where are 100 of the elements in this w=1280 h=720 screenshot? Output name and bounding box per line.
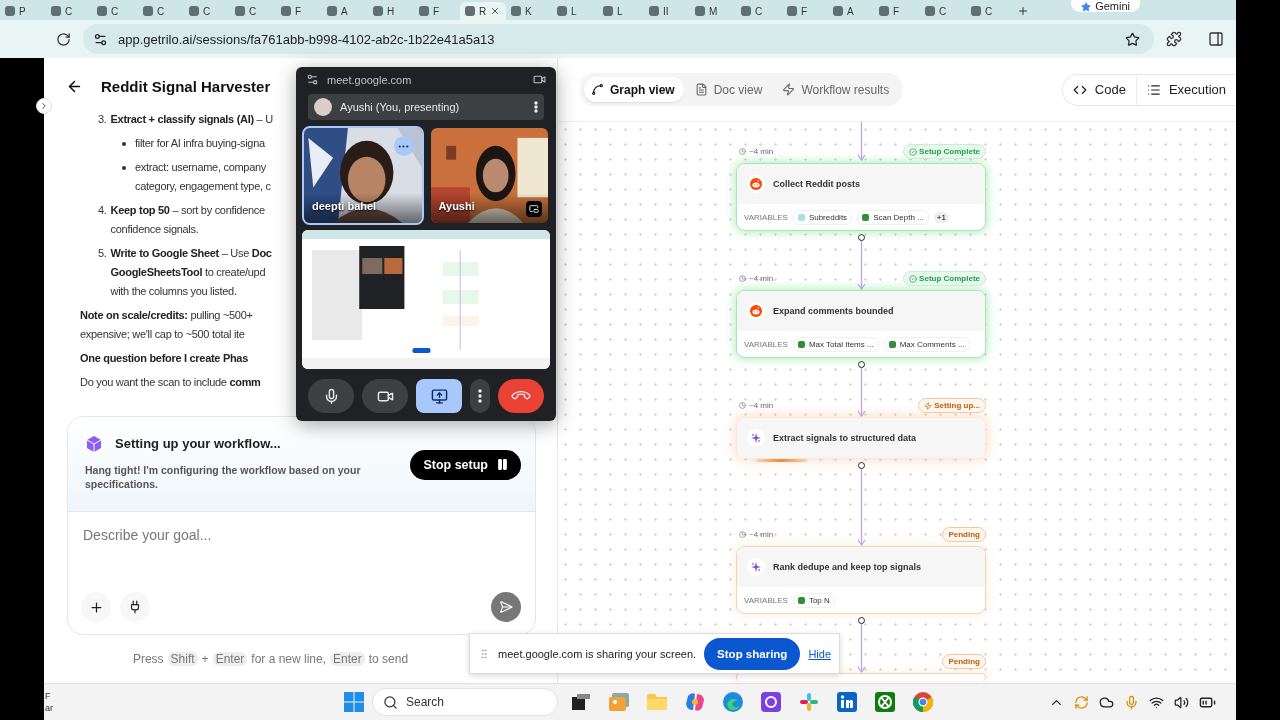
bullet-icon — [122, 141, 126, 146]
browser-tab[interactable]: C — [230, 2, 276, 20]
folder-icon — [647, 694, 667, 710]
leave-call-button[interactable] — [498, 379, 544, 413]
number-icon — [862, 213, 870, 221]
browser-tab[interactable]: C — [46, 2, 92, 20]
browser-tab[interactable]: C — [138, 2, 184, 20]
browser-tab[interactable]: F — [874, 2, 920, 20]
variable-name: Scan Depth ... — [873, 212, 924, 222]
drag-handle-icon[interactable] — [478, 647, 490, 660]
workflow-node[interactable]: Rank dedupe and keep top signals VARIABLES Top N — [736, 546, 986, 614]
browser-tab[interactable]: M — [690, 2, 736, 20]
goal-input-field[interactable]: Describe your goal... — [81, 525, 521, 544]
more-icon — [534, 101, 538, 113]
workflow-node[interactable]: Extract signals to structured data — [736, 417, 986, 459]
view-tab[interactable]: Doc view — [687, 77, 772, 102]
speaker-icon[interactable] — [1174, 694, 1189, 710]
wifi-icon[interactable] — [1149, 694, 1164, 710]
browser-tab[interactable]: II — [644, 2, 690, 20]
browser-tab[interactable]: A — [828, 2, 874, 20]
list-number: 4. — [98, 202, 107, 218]
browser-tab[interactable]: F — [414, 2, 460, 20]
favicon-icon — [925, 6, 935, 16]
sparkle-icon — [750, 432, 762, 444]
search-icon — [383, 694, 398, 710]
microphone-button[interactable] — [308, 379, 354, 413]
browser-tab[interactable]: C — [966, 2, 1012, 20]
clock-icon — [739, 148, 746, 155]
status-badge: Setup Complete — [903, 271, 986, 286]
cube-icon — [85, 434, 103, 453]
xbox-icon — [875, 692, 895, 712]
favicon-icon — [603, 6, 613, 16]
workflow-title: Reddit Signal Harvester — [101, 78, 271, 96]
number-icon — [797, 340, 805, 348]
reload-icon[interactable] — [56, 31, 71, 47]
stop-sharing-button[interactable]: Stop sharing — [704, 637, 801, 670]
participant-tile[interactable]: Ayushi — [428, 126, 550, 225]
node-title: Rank dedupe and keep top signals — [773, 562, 922, 572]
bookmark-star-icon[interactable] — [1125, 31, 1140, 47]
browser-tab[interactable]: P — [0, 2, 46, 20]
present-screen-icon — [430, 387, 448, 405]
hint-text: for a new line, — [251, 652, 327, 667]
status-badge: Setting up... — [918, 398, 986, 413]
setup-title: Setting up your workflow... — [115, 436, 281, 452]
present-button[interactable] — [416, 379, 462, 413]
expand-sidebar-button[interactable] — [36, 98, 52, 114]
variable-name: Max Comments ... — [899, 339, 965, 349]
more-icon — [478, 389, 482, 403]
status-badge: Pending — [942, 654, 986, 669]
workflow-node[interactable]: Expand comments bounded VARIABLES Max Total Items ... Max Comments ... — [736, 290, 986, 358]
stop-setup-button[interactable]: Stop setup — [410, 449, 521, 480]
hint-text: Press — [132, 652, 164, 667]
code-button[interactable]: Code — [1062, 74, 1137, 105]
connector-dot — [857, 617, 865, 624]
list-number: 3. — [98, 111, 107, 127]
extensions-icon[interactable] — [1166, 31, 1182, 47]
camera-button[interactable] — [362, 379, 408, 413]
list-item-text: Keep top 50 – sort by confidence confidence signals. — [110, 202, 265, 237]
send-button[interactable] — [491, 592, 521, 623]
view-tab[interactable]: Graph view — [584, 77, 684, 102]
cloud-icon[interactable] — [1099, 694, 1114, 710]
browser-tab[interactable]: C — [920, 2, 966, 20]
browser-tab[interactable]: L — [598, 2, 644, 20]
view-tab[interactable]: Workflow results — [775, 77, 899, 102]
connector-dot — [857, 462, 865, 469]
more-options-button[interactable] — [470, 379, 490, 413]
browser-tab[interactable]: F — [276, 2, 322, 20]
pip-button[interactable] — [526, 201, 542, 217]
site-settings-icon — [93, 31, 108, 47]
browser-icon — [723, 692, 743, 712]
browser-tab[interactable]: C — [92, 2, 138, 20]
windows-start-icon[interactable] — [344, 692, 364, 712]
workflow-node[interactable]: Collect Reddit posts VARIABLES Subreddits Scan Depth ... +1 — [736, 163, 986, 231]
taskbar-search-field[interactable]: Search — [372, 688, 558, 716]
browser-tab[interactable]: F — [782, 2, 828, 20]
side-panel-icon[interactable] — [1208, 31, 1224, 47]
browser-tab[interactable]: C — [736, 2, 782, 20]
browser-tab[interactable]: A — [322, 2, 368, 20]
favicon-icon — [833, 6, 843, 16]
browser-tab[interactable]: K — [506, 2, 552, 20]
browser-tab[interactable]: C — [184, 2, 230, 20]
check-icon — [909, 147, 918, 156]
participant-name: deepti bahel — [312, 200, 377, 212]
hide-link[interactable]: Hide — [808, 647, 831, 660]
connect-button[interactable] — [120, 592, 150, 623]
gemini-button[interactable]: Gemini — [1071, 0, 1140, 12]
address-bar[interactable]: app.getrilo.ai/sessions/fa761abb-b998-4102-ab2c-1b22e41a5a13 — [83, 24, 1154, 54]
browser-tab[interactable]: L — [552, 2, 598, 20]
avatar — [314, 98, 332, 116]
plus-icon — [1017, 5, 1029, 17]
variables-label: VARIABLES — [744, 339, 788, 349]
weather-text: ar — [45, 702, 54, 714]
duration-label: ~4 min — [739, 274, 774, 283]
node-title: Extract signals to structured data — [773, 433, 917, 443]
favicon-icon — [189, 6, 199, 16]
browser-tab[interactable]: R — [460, 2, 506, 20]
browser-tab[interactable]: H — [368, 2, 414, 20]
microphone-icon[interactable] — [1124, 694, 1139, 710]
paragraph: Note on scale/credits: pulling ~500+ expensive; we'll cap to ~500 total ite — [80, 307, 254, 342]
participant-tile[interactable]: deepti bahel — [302, 126, 424, 225]
